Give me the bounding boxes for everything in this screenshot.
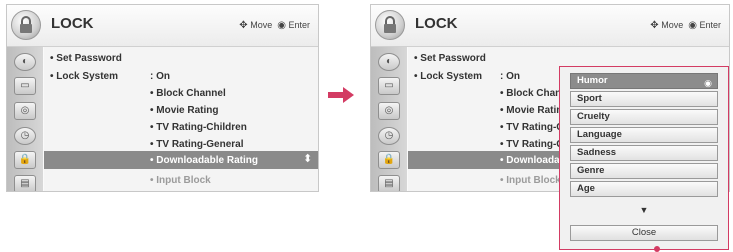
category-sidebar: ◐ ▭ ◎ ◷ 🔒 ▤ xyxy=(7,47,43,191)
close-button[interactable]: Close xyxy=(570,225,718,241)
menu-item-set-password[interactable]: Set Password xyxy=(414,53,486,64)
menu-header: LOCK ✥ Move ◉ Enter xyxy=(7,5,318,47)
option-age[interactable]: Age xyxy=(570,181,718,197)
audio-icon[interactable]: ◎ xyxy=(378,102,400,120)
lock-system-value: : On xyxy=(150,71,170,82)
menu-item-tv-rating-children[interactable]: TV Rating-Children xyxy=(150,122,247,133)
menu-item-movie-rating[interactable]: Movie Ratin xyxy=(500,105,562,116)
menu-item-movie-rating[interactable]: Movie Rating xyxy=(150,105,218,116)
navigation-hint: ✥ Move ◉ Enter xyxy=(650,20,721,31)
lock-menu-panel-left: LOCK ✥ Move ◉ Enter ◐ ▭ ◎ ◷ 🔒 ▤ Set Pass… xyxy=(6,4,319,192)
menu-item-lock-system[interactable]: Lock System xyxy=(414,71,482,82)
option-sadness[interactable]: Sadness xyxy=(570,145,718,161)
scroll-down-icon[interactable]: ▼ xyxy=(560,205,728,215)
option-language[interactable]: Language xyxy=(570,127,718,143)
menu-header: LOCK ✥ Move ◉ Enter xyxy=(371,5,729,47)
downloadable-rating-popup: Humor ◉ Sport Cruelty Language Sadness G… xyxy=(559,66,729,250)
lock-icon-sidebar[interactable]: 🔒 xyxy=(378,151,400,169)
option-cruelty[interactable]: Cruelty xyxy=(570,109,718,125)
menu-item-tv-rating-general[interactable]: TV Rating-G xyxy=(500,139,564,150)
option-icon[interactable]: ▤ xyxy=(14,175,36,191)
page-title: LOCK xyxy=(51,15,94,32)
time-icon[interactable]: ◷ xyxy=(378,127,400,145)
lock-icon xyxy=(375,10,405,40)
picture-icon[interactable]: ◐ xyxy=(378,53,400,71)
up-down-arrow-icon: ⬍ xyxy=(303,153,313,165)
transition-arrow-icon xyxy=(328,87,354,103)
screen-icon[interactable]: ▭ xyxy=(378,77,400,95)
page-title: LOCK xyxy=(415,15,458,32)
menu-item-downloadable-rating[interactable]: Downloadab xyxy=(500,155,565,166)
option-sport[interactable]: Sport xyxy=(570,91,718,107)
menu-content: Set Password Lock System : On Block Chan… xyxy=(44,47,318,191)
menu-item-input-block[interactable]: Input Block xyxy=(500,175,560,186)
menu-item-downloadable-rating[interactable]: Downloadable Rating xyxy=(150,155,258,166)
navigation-hint: ✥ Move ◉ Enter xyxy=(239,20,310,31)
audio-icon[interactable]: ◎ xyxy=(14,102,36,120)
option-genre[interactable]: Genre xyxy=(570,163,718,179)
lock-system-value: : On xyxy=(500,71,520,82)
option-icon[interactable]: ▤ xyxy=(378,175,400,191)
move-icon: ✥ xyxy=(239,20,248,31)
lock-icon-sidebar[interactable]: 🔒 xyxy=(14,151,36,169)
picture-icon[interactable]: ◐ xyxy=(14,53,36,71)
category-sidebar: ◐ ▭ ◎ ◷ 🔒 ▤ xyxy=(371,47,407,191)
popup-pointer-dot xyxy=(654,246,660,252)
menu-item-block-channel[interactable]: Block Chann xyxy=(500,88,567,99)
screen-icon[interactable]: ▭ xyxy=(14,77,36,95)
menu-item-lock-system[interactable]: Lock System xyxy=(50,71,118,82)
time-icon[interactable]: ◷ xyxy=(14,127,36,145)
enter-icon: ◉ xyxy=(688,20,697,31)
option-humor[interactable]: Humor ◉ xyxy=(570,73,718,89)
menu-item-tv-rating-general[interactable]: TV Rating-General xyxy=(150,139,243,150)
move-icon: ✥ xyxy=(650,20,659,31)
enter-icon: ◉ xyxy=(277,20,286,31)
radio-selected-icon: ◉ xyxy=(704,78,712,88)
menu-item-input-block[interactable]: Input Block xyxy=(150,175,210,186)
lock-icon xyxy=(11,10,41,40)
menu-item-set-password[interactable]: Set Password xyxy=(50,53,122,64)
menu-item-tv-rating-children[interactable]: TV Rating-C xyxy=(500,122,563,133)
menu-item-block-channel[interactable]: Block Channel xyxy=(150,88,225,99)
